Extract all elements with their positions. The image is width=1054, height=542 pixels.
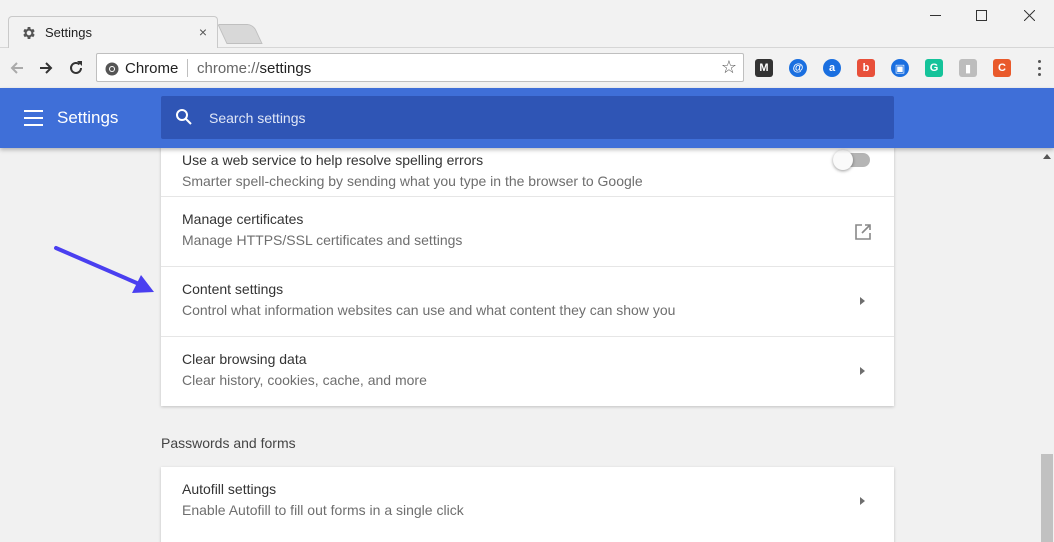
gear-icon: [23, 27, 35, 39]
new-tab-button[interactable]: [217, 24, 263, 44]
chrome-icon: [105, 62, 119, 75]
annotation-arrow: [54, 246, 154, 293]
chevron-right-icon: [860, 497, 865, 505]
chevron-right-icon: [860, 367, 865, 375]
at-sign-extension-icon[interactable]: a: [823, 59, 841, 77]
forward-button[interactable]: [34, 56, 58, 80]
row-title: Autofill settings: [182, 481, 277, 497]
advanced-settings-card: Use a web service to help resolve spelli…: [161, 148, 894, 406]
tab-settings[interactable]: Settings ×: [8, 16, 218, 48]
maximize-icon: [975, 9, 987, 21]
back-button[interactable]: [5, 56, 29, 80]
toggle-knob: [833, 150, 853, 170]
page-scrollbar[interactable]: [1040, 148, 1054, 542]
grammarly-extension-icon[interactable]: G: [925, 59, 943, 77]
row-subtitle: Clear history, cookies, cache, and more: [182, 372, 427, 388]
hamburger-menu-icon[interactable]: [24, 110, 43, 126]
site-chip-label: Chrome: [125, 60, 179, 77]
reload-button[interactable]: [64, 56, 88, 80]
row-title: Manage certificates: [182, 211, 304, 227]
list-item-manage-certificates[interactable]: Manage certificates Manage HTTPS/SSL cer…: [161, 196, 894, 266]
site-chip[interactable]: Chrome: [105, 60, 178, 77]
omnibox-divider: [187, 59, 188, 77]
m-extension-icon[interactable]: M: [755, 59, 773, 77]
tab-title: Settings: [45, 25, 92, 40]
title-bar: Settings ×: [0, 0, 1054, 48]
url-path: settings: [259, 60, 312, 77]
search-box[interactable]: [161, 96, 894, 139]
search-icon: [176, 109, 192, 125]
chevron-right-icon: [860, 297, 865, 305]
close-icon: [1023, 9, 1035, 21]
red-round-extension-icon[interactable]: b: [857, 59, 875, 77]
address-bar[interactable]: Chrome chrome://settings ☆: [96, 53, 744, 82]
scrollbar-thumb[interactable]: [1041, 454, 1053, 542]
clipboard-extension-icon[interactable]: ▮: [959, 59, 977, 77]
settings-header: Settings: [0, 88, 1054, 148]
settings-content: Use a web service to help resolve spelli…: [0, 148, 1040, 542]
row-title: Clear browsing data: [182, 351, 307, 367]
row-title: Content settings: [182, 281, 284, 297]
bookmark-star-icon[interactable]: ☆: [721, 57, 737, 78]
close-window-button[interactable]: [1006, 0, 1052, 30]
row-subtitle: Control what information websites can us…: [182, 302, 676, 318]
chrome-menu-button[interactable]: [1034, 58, 1044, 78]
row-title: Use a web service to help resolve spelli…: [182, 152, 484, 168]
spelling-service-toggle[interactable]: [833, 150, 870, 170]
forward-arrow-icon: [40, 62, 53, 74]
row-subtitle: Smarter spell-checking by sending what y…: [182, 173, 643, 189]
open-external-icon[interactable]: [854, 223, 872, 241]
list-item-clear-browsing-data[interactable]: Clear browsing data Clear history, cooki…: [161, 336, 894, 406]
url-scheme: chrome://: [197, 60, 260, 77]
page-title: Settings: [57, 108, 119, 127]
reload-icon: [70, 61, 82, 74]
browser-toolbar: Chrome chrome://settings ☆ M @ a b ▣ G ▮ C: [0, 48, 1054, 88]
section-heading-passwords: Passwords and forms: [161, 435, 296, 451]
list-item-content-settings[interactable]: Content settings Control what informatio…: [161, 266, 894, 336]
list-item-autofill-settings[interactable]: Autofill settings Enable Autofill to fil…: [161, 467, 894, 537]
calendar-extension-icon[interactable]: ▣: [891, 59, 909, 77]
row-subtitle: Enable Autofill to fill out forms in a s…: [182, 502, 464, 518]
blue-circle-extension-icon[interactable]: @: [789, 59, 807, 77]
scroll-up-arrow-icon[interactable]: [1043, 154, 1051, 159]
row-subtitle: Manage HTTPS/SSL certificates and settin…: [182, 232, 463, 248]
minimize-button[interactable]: [912, 0, 958, 30]
minimize-icon: [929, 14, 941, 16]
maximize-button[interactable]: [958, 0, 1004, 30]
back-arrow-icon: [10, 62, 23, 74]
search-input[interactable]: [209, 96, 869, 139]
tab-close-icon[interactable]: ×: [199, 23, 207, 41]
orange-c-extension-icon[interactable]: C: [993, 59, 1011, 77]
passwords-card: Autofill settings Enable Autofill to fil…: [161, 467, 894, 542]
url-text[interactable]: chrome://settings: [197, 60, 311, 77]
